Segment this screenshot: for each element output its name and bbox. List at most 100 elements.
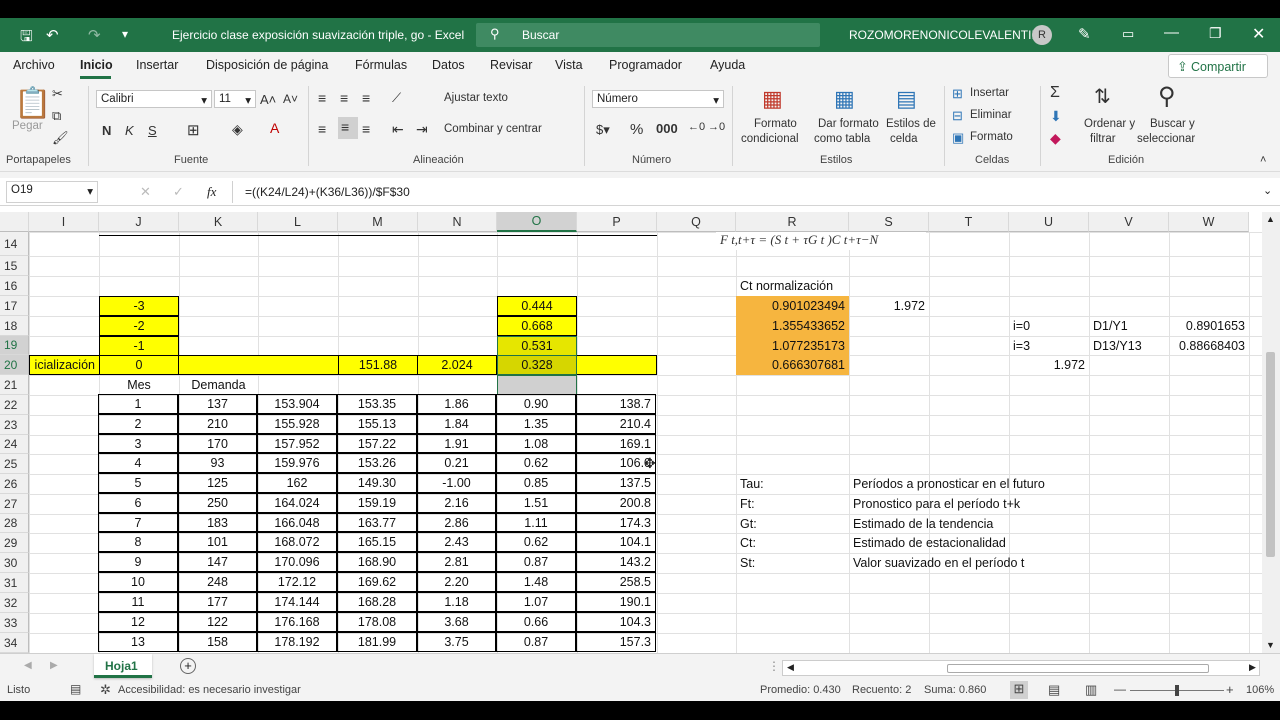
format-table-label-1[interactable]: Dar formato — [818, 118, 879, 130]
normal-view-icon[interactable]: ⊞ — [1010, 681, 1028, 699]
cell-p26[interactable]: 137.5 — [576, 473, 656, 493]
vertical-scrollbar[interactable]: ▲ ▼ — [1262, 212, 1280, 653]
zoom-level[interactable]: 106% — [1246, 684, 1274, 696]
insert-function-button[interactable]: fx — [207, 184, 216, 200]
col-header-k[interactable]: K — [179, 212, 258, 232]
zoom-out-icon[interactable]: — — [1114, 682, 1126, 696]
cell-r27[interactable]: Ft: — [736, 494, 849, 514]
cell-j27[interactable]: 6 — [98, 493, 178, 513]
find-select-icon[interactable]: ⚲ — [1158, 82, 1176, 111]
row-header-14[interactable]: 14 — [0, 232, 29, 256]
formula-input[interactable]: =((K24/L24)+(K36/L36))/$F$30 — [232, 181, 1268, 203]
cell-styles-label-1[interactable]: Estilos de — [886, 118, 936, 130]
row-header-17[interactable]: 17 — [0, 296, 29, 316]
cell-k28[interactable]: 183 — [178, 513, 257, 532]
cell-l28[interactable]: 166.048 — [257, 513, 337, 532]
cell-p23[interactable]: 210.4 — [576, 414, 656, 434]
cell-l30[interactable]: 170.096 — [257, 552, 337, 572]
cell-m20[interactable]: 151.88 — [338, 355, 418, 375]
row-header-29[interactable]: 29 — [0, 533, 29, 553]
cut-icon[interactable]: ✂ — [52, 86, 63, 102]
cell-j26[interactable]: 5 — [98, 473, 178, 493]
comma-style-icon[interactable]: 000 — [656, 121, 678, 136]
cell-m22[interactable]: 153.35 — [337, 394, 417, 414]
cell-l24[interactable]: 157.952 — [257, 434, 337, 453]
cell-p31[interactable]: 258.5 — [576, 572, 656, 592]
sheet-tab-hoja1[interactable]: Hoja1 — [94, 654, 152, 678]
cell-m25[interactable]: 153.26 — [337, 453, 417, 473]
cell-o31[interactable]: 1.48 — [496, 572, 576, 592]
col-header-j[interactable]: J — [99, 212, 179, 232]
align-middle-icon[interactable]: ≡ — [340, 90, 348, 106]
header-mes[interactable]: Mes — [99, 375, 179, 395]
cell-v19[interactable]: D13/Y13 — [1089, 336, 1169, 356]
cell-l22[interactable]: 153.904 — [257, 394, 337, 414]
clear-icon[interactable]: ◆ — [1050, 130, 1061, 147]
restore-icon[interactable]: ❐ — [1209, 25, 1222, 42]
autosum-icon[interactable]: Σ — [1050, 84, 1060, 102]
cell-n30[interactable]: 2.81 — [417, 552, 496, 572]
col-header-l[interactable]: L — [258, 212, 338, 232]
horizontal-scrollbar[interactable]: ◀ ▶ — [782, 660, 1260, 676]
cell-j28[interactable]: 7 — [98, 513, 178, 532]
cell-n25[interactable]: 0.21 — [417, 453, 496, 473]
col-header-o[interactable]: O — [497, 212, 577, 232]
cell-o21[interactable] — [497, 375, 577, 395]
user-name[interactable]: ROZOMORENONICOLEVALENTINA — [849, 28, 1048, 42]
cell-l26[interactable]: 162 — [257, 473, 337, 493]
cell-k22[interactable]: 137 — [178, 394, 257, 414]
sort-filter-icon[interactable]: ⇅ — [1094, 84, 1111, 109]
split-handle-icon[interactable]: ⋮ — [768, 659, 780, 673]
cell-k31[interactable]: 248 — [178, 572, 257, 592]
copy-icon[interactable]: ⧉ — [52, 108, 61, 124]
minimize-icon[interactable]: — — [1164, 24, 1179, 41]
cell-o17[interactable]: 0.444 — [497, 296, 577, 316]
decrease-decimal-icon[interactable]: →0 — [708, 121, 725, 133]
cell-o25[interactable]: 0.62 — [496, 453, 576, 473]
increase-decimal-icon[interactable]: ←0 — [688, 121, 705, 133]
cell-j33[interactable]: 12 — [98, 612, 178, 632]
tab-insertar[interactable]: Insertar — [136, 58, 178, 72]
delete-cells-icon[interactable]: ⊟ — [952, 108, 963, 124]
cell-o18[interactable]: 0.668 — [497, 316, 577, 336]
format-cells-button[interactable]: Formato — [970, 131, 1013, 143]
row-header-32[interactable]: 32 — [0, 593, 29, 613]
format-table-icon[interactable]: ▦ — [834, 86, 855, 112]
share-button[interactable]: ⇪ Compartir — [1168, 54, 1268, 78]
cell-p27[interactable]: 200.8 — [576, 493, 656, 513]
cell-r28[interactable]: Gt: — [736, 514, 849, 534]
row-header-27[interactable]: 27 — [0, 494, 29, 514]
cell-p29[interactable]: 104.1 — [576, 532, 656, 552]
font-size-select[interactable]: 11 ▾ — [214, 90, 256, 108]
cell-j22[interactable]: 1 — [98, 394, 178, 414]
sort-filter-label-2[interactable]: filtrar — [1090, 133, 1116, 145]
insert-cells-button[interactable]: Insertar — [970, 87, 1009, 99]
cell-l32[interactable]: 174.144 — [257, 592, 337, 612]
delete-cells-button[interactable]: Eliminar — [970, 109, 1012, 121]
cell-j29[interactable]: 8 — [98, 532, 178, 552]
tab-formulas[interactable]: Fórmulas — [355, 58, 407, 72]
cell-k30[interactable]: 147 — [178, 552, 257, 572]
row-header-25[interactable]: 25 — [0, 454, 29, 474]
undo-icon[interactable]: ↶ — [46, 26, 59, 44]
paste-label[interactable]: Pegar — [12, 120, 43, 132]
row-header-15[interactable]: 15 — [0, 256, 29, 276]
cell-o26[interactable]: 0.85 — [496, 473, 576, 493]
cell-k34[interactable]: 158 — [178, 632, 257, 652]
cell-styles-icon[interactable]: ▤ — [896, 86, 917, 112]
cell-n20[interactable]: 2.024 — [418, 355, 497, 375]
cell-p32[interactable]: 190.1 — [576, 592, 656, 612]
tab-inicio[interactable]: Inicio — [80, 58, 113, 72]
cell-j24[interactable]: 3 — [98, 434, 178, 453]
collapse-ribbon-icon[interactable]: ˄ — [1260, 154, 1266, 166]
cell-k32[interactable]: 177 — [178, 592, 257, 612]
format-painter-icon[interactable]: 🖌 — [52, 130, 69, 146]
align-right-icon[interactable]: ≡ — [362, 121, 370, 137]
prev-sheet-icon[interactable]: ◀ — [24, 660, 32, 671]
cell-w18[interactable]: 0.8901653 — [1169, 316, 1249, 336]
cell-o28[interactable]: 1.11 — [496, 513, 576, 532]
cond-format-label-2[interactable]: condicional — [741, 133, 799, 145]
cell-k29[interactable]: 101 — [178, 532, 257, 552]
col-header-m[interactable]: M — [338, 212, 418, 232]
cell-n34[interactable]: 3.75 — [417, 632, 496, 652]
